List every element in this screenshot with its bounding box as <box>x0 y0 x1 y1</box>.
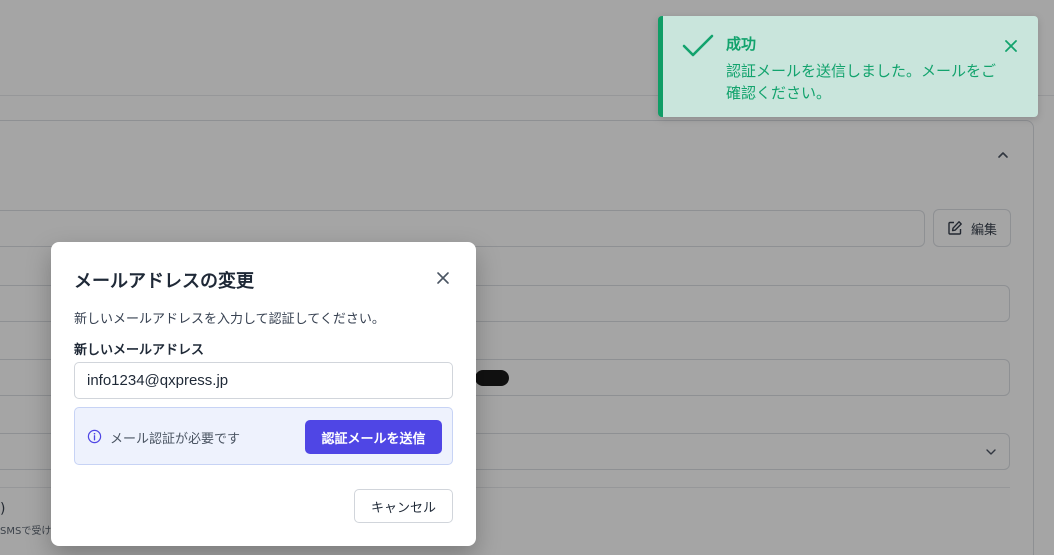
toast-title: 成功 <box>726 35 757 53</box>
email-field-label: 新しいメールアドレス <box>74 343 205 358</box>
dialog-title: メールアドレスの変更 <box>74 271 254 292</box>
send-verification-email-button[interactable]: 認証メールを送信 <box>305 420 442 454</box>
close-icon[interactable] <box>1003 38 1019 54</box>
change-email-dialog: メールアドレスの変更 新しいメールアドレスを入力して認証してください。 新しいメ… <box>51 242 476 546</box>
info-icon <box>87 429 102 444</box>
success-toast: 成功 認証メールを送信しました。メールをご確認ください。 <box>658 16 1038 117</box>
verification-notice-box: メール認証が必要です 認証メールを送信 <box>74 407 453 465</box>
toast-message: 認証メールを送信しました。メールをご確認ください。 <box>726 62 997 102</box>
email-field[interactable] <box>74 362 453 399</box>
dialog-description: 新しいメールアドレスを入力して認証してください。 <box>74 312 385 327</box>
verification-notice-text: メール認証が必要です <box>110 432 241 447</box>
checkmark-icon <box>682 34 714 57</box>
close-icon[interactable] <box>436 271 450 285</box>
cancel-button[interactable]: キャンセル <box>354 489 453 523</box>
